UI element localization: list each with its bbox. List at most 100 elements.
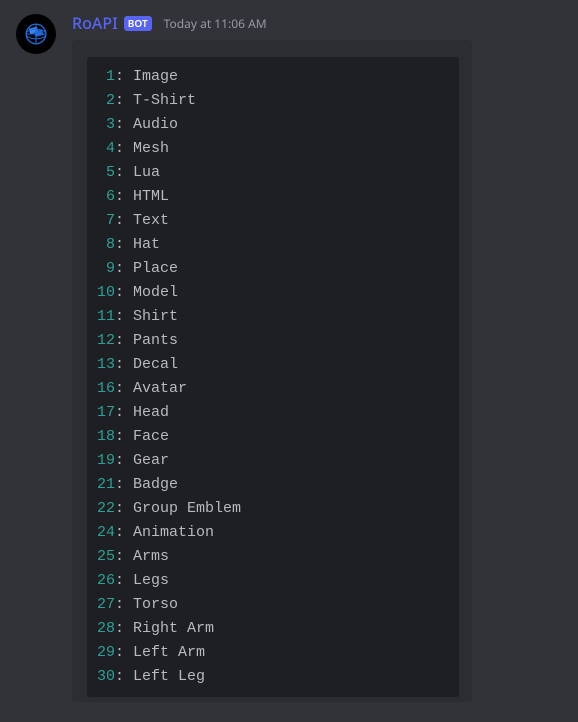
line-number: 9 <box>97 260 115 277</box>
line-value: Head <box>133 404 169 421</box>
line-value: Image <box>133 68 178 85</box>
line-value: Pants <box>133 332 178 349</box>
code-line: 21: Badge <box>97 473 449 497</box>
timestamp: Today at 11:06 AM <box>164 15 267 32</box>
username[interactable]: RoAPI <box>72 12 118 34</box>
line-value: Badge <box>133 476 178 493</box>
colon: : <box>115 116 133 133</box>
line-number: 24 <box>97 524 115 541</box>
line-value: Mesh <box>133 140 169 157</box>
line-value: HTML <box>133 188 169 205</box>
colon: : <box>115 668 133 685</box>
line-number: 29 <box>97 644 115 661</box>
line-value: Right Arm <box>133 620 214 637</box>
line-value: Decal <box>133 356 178 373</box>
avatar[interactable] <box>16 14 56 54</box>
line-number: 28 <box>97 620 115 637</box>
line-value: Legs <box>133 572 169 589</box>
line-value: T-Shirt <box>133 92 196 109</box>
colon: : <box>115 308 133 325</box>
colon: : <box>115 548 133 565</box>
line-value: Left Arm <box>133 644 205 661</box>
colon: : <box>115 68 133 85</box>
message-embed: 1: Image 2: T-Shirt 3: Audio 4: Mesh 5: … <box>72 40 472 702</box>
code-line: 25: Arms <box>97 545 449 569</box>
colon: : <box>115 140 133 157</box>
code-line: 11: Shirt <box>97 305 449 329</box>
line-value: Arms <box>133 548 169 565</box>
colon: : <box>115 404 133 421</box>
colon: : <box>115 236 133 253</box>
code-line: 2: T-Shirt <box>97 89 449 113</box>
line-value: Group Emblem <box>133 500 241 517</box>
code-line: 28: Right Arm <box>97 617 449 641</box>
chat-message: RoAPI BOT Today at 11:06 AM 1: Image 2: … <box>0 0 578 702</box>
line-number: 13 <box>97 356 115 373</box>
line-number: 30 <box>97 668 115 685</box>
line-number: 27 <box>97 596 115 613</box>
colon: : <box>115 356 133 373</box>
colon: : <box>115 452 133 469</box>
colon: : <box>115 284 133 301</box>
line-number: 1 <box>97 68 115 85</box>
code-line: 4: Mesh <box>97 137 449 161</box>
line-number: 7 <box>97 212 115 229</box>
line-value: Shirt <box>133 308 178 325</box>
line-value: Left Leg <box>133 668 205 685</box>
colon: : <box>115 572 133 589</box>
colon: : <box>115 380 133 397</box>
line-number: 21 <box>97 476 115 493</box>
colon: : <box>115 188 133 205</box>
colon: : <box>115 164 133 181</box>
code-line: 27: Torso <box>97 593 449 617</box>
line-number: 16 <box>97 380 115 397</box>
line-value: Text <box>133 212 169 229</box>
code-line: 9: Place <box>97 257 449 281</box>
avatar-icon <box>22 20 50 48</box>
code-line: 6: HTML <box>97 185 449 209</box>
code-line: 5: Lua <box>97 161 449 185</box>
line-value: Model <box>133 284 178 301</box>
line-number: 11 <box>97 308 115 325</box>
line-number: 5 <box>97 164 115 181</box>
code-line: 30: Left Leg <box>97 665 449 689</box>
code-line: 17: Head <box>97 401 449 425</box>
message-header: RoAPI BOT Today at 11:06 AM <box>72 12 562 34</box>
code-line: 24: Animation <box>97 521 449 545</box>
line-number: 22 <box>97 500 115 517</box>
line-number: 4 <box>97 140 115 157</box>
code-line: 22: Group Emblem <box>97 497 449 521</box>
bot-tag: BOT <box>124 16 152 31</box>
colon: : <box>115 476 133 493</box>
line-number: 6 <box>97 188 115 205</box>
line-value: Face <box>133 428 169 445</box>
colon: : <box>115 500 133 517</box>
line-value: Avatar <box>133 380 187 397</box>
colon: : <box>115 596 133 613</box>
code-block[interactable]: 1: Image 2: T-Shirt 3: Audio 4: Mesh 5: … <box>86 56 460 698</box>
code-line: 10: Model <box>97 281 449 305</box>
message-content: RoAPI BOT Today at 11:06 AM 1: Image 2: … <box>72 12 562 702</box>
line-number: 25 <box>97 548 115 565</box>
code-line: 13: Decal <box>97 353 449 377</box>
colon: : <box>115 260 133 277</box>
line-number: 8 <box>97 236 115 253</box>
line-number: 10 <box>97 284 115 301</box>
code-line: 16: Avatar <box>97 377 449 401</box>
line-value: Torso <box>133 596 178 613</box>
line-value: Place <box>133 260 178 277</box>
code-line: 8: Hat <box>97 233 449 257</box>
code-line: 7: Text <box>97 209 449 233</box>
code-line: 18: Face <box>97 425 449 449</box>
colon: : <box>115 524 133 541</box>
line-value: Gear <box>133 452 169 469</box>
line-number: 19 <box>97 452 115 469</box>
line-number: 17 <box>97 404 115 421</box>
line-value: Audio <box>133 116 178 133</box>
colon: : <box>115 92 133 109</box>
colon: : <box>115 620 133 637</box>
line-number: 2 <box>97 92 115 109</box>
colon: : <box>115 428 133 445</box>
line-value: Hat <box>133 236 160 253</box>
line-number: 18 <box>97 428 115 445</box>
